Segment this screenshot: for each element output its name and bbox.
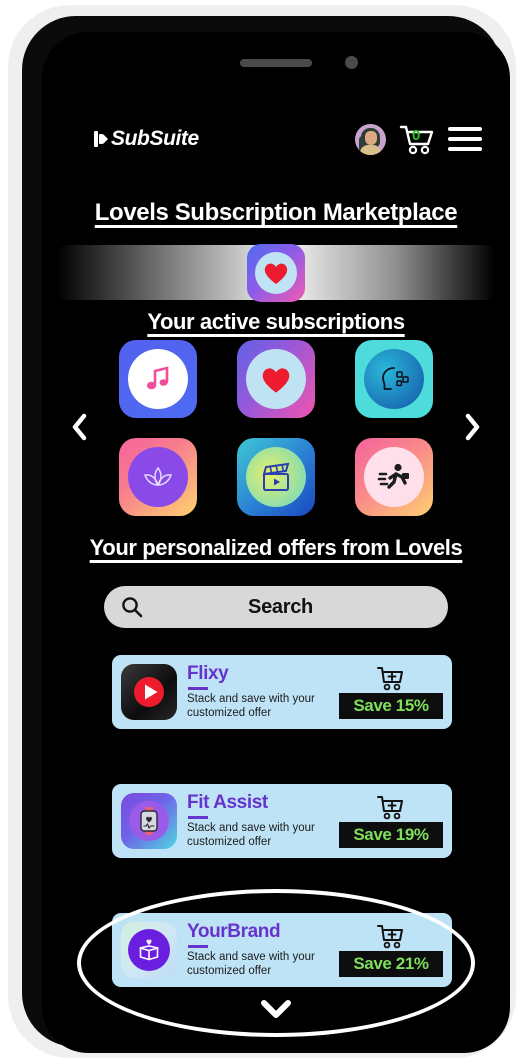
offer-description: Stack and save with your customized offe… xyxy=(187,821,315,848)
banner-app-icon xyxy=(247,243,305,302)
front-camera xyxy=(345,56,358,69)
offer-actions: Save 19% xyxy=(339,795,443,848)
logo-mark-icon xyxy=(94,129,108,149)
offer-divider xyxy=(188,687,208,690)
subscription-tile-music[interactable] xyxy=(119,340,197,418)
subscription-tile-fitness[interactable] xyxy=(355,438,433,516)
subscriptions-carousel xyxy=(42,340,510,530)
smartwatch-icon xyxy=(121,793,177,849)
subscription-tile-video[interactable] xyxy=(237,438,315,516)
play-button-icon xyxy=(121,664,177,720)
save-badge: Save 19% xyxy=(339,821,443,848)
add-to-cart-icon[interactable] xyxy=(376,795,406,821)
cart-count-badge: 0 xyxy=(412,126,421,144)
section-title-offers: Your personalized offers from Lovels xyxy=(89,535,463,560)
running-person-icon xyxy=(364,447,424,507)
offer-divider xyxy=(188,945,208,948)
search-icon xyxy=(121,596,143,618)
offer-description: Stack and save with your customized offe… xyxy=(187,692,315,719)
offer-card-fit-assist[interactable]: Fit Assist Stack and save with your cust… xyxy=(112,784,452,858)
clapperboard-icon xyxy=(246,447,306,507)
heart-icon xyxy=(255,251,297,294)
avatar[interactable] xyxy=(355,123,386,155)
search-input[interactable]: Search xyxy=(104,586,448,628)
offer-title: YourBrand xyxy=(187,921,281,943)
speech-head-icon xyxy=(364,349,424,409)
subscription-tile-dating[interactable] xyxy=(237,340,315,418)
phone-frame-outer: SubSuite 0 Lovels Subscription Marketpla… xyxy=(8,5,516,1058)
offer-text-block: Fit Assist Stack and save with your cust… xyxy=(187,793,339,848)
page-title: Lovels Subscription Marketplace xyxy=(94,199,458,226)
phone-screen: SubSuite 0 Lovels Subscription Marketpla… xyxy=(42,32,510,1053)
chevron-right-icon[interactable] xyxy=(458,412,488,442)
chevron-down-icon[interactable] xyxy=(259,997,293,1021)
add-to-cart-icon[interactable] xyxy=(376,924,406,950)
music-note-icon xyxy=(128,349,188,409)
app-logo[interactable]: SubSuite xyxy=(94,127,199,151)
menu-icon[interactable] xyxy=(448,127,482,151)
subscription-tile-audio[interactable] xyxy=(355,340,433,418)
offer-divider xyxy=(188,816,208,819)
cart-icon[interactable]: 0 xyxy=(399,124,435,155)
offer-title: Flixy xyxy=(187,663,229,685)
offer-text-block: YourBrand Stack and save with your custo… xyxy=(187,922,339,977)
logo-text: SubSuite xyxy=(111,127,199,150)
offer-description: Stack and save with your customized offe… xyxy=(187,950,315,977)
subscription-tiles xyxy=(119,340,433,516)
offer-actions: Save 21% xyxy=(339,924,443,977)
offer-card-flixy[interactable]: Flixy Stack and save with your customize… xyxy=(112,655,452,729)
earpiece-speaker xyxy=(240,59,312,67)
save-badge: Save 15% xyxy=(339,692,443,719)
offer-text-block: Flixy Stack and save with your customize… xyxy=(187,664,339,719)
offer-card-yourbrand[interactable]: YourBrand Stack and save with your custo… xyxy=(112,913,452,987)
subscription-tile-wellness[interactable] xyxy=(119,438,197,516)
offer-actions: Save 15% xyxy=(339,666,443,719)
gift-box-icon xyxy=(121,922,177,978)
search-label: Search xyxy=(248,595,313,618)
add-to-cart-icon[interactable] xyxy=(376,666,406,692)
promo-banner[interactable] xyxy=(57,243,495,302)
header-actions: 0 xyxy=(355,123,482,155)
heart-icon xyxy=(246,349,306,409)
phone-frame-bezel: SubSuite 0 Lovels Subscription Marketpla… xyxy=(22,16,510,1053)
section-title-active-subscriptions: Your active subscriptions xyxy=(147,309,405,334)
lotus-icon xyxy=(128,447,188,507)
chevron-left-icon[interactable] xyxy=(64,412,94,442)
offer-title: Fit Assist xyxy=(187,792,268,814)
app-header: SubSuite 0 xyxy=(42,107,510,171)
save-badge: Save 21% xyxy=(339,950,443,977)
screenshot-root: SubSuite 0 Lovels Subscription Marketpla… xyxy=(0,0,531,1063)
